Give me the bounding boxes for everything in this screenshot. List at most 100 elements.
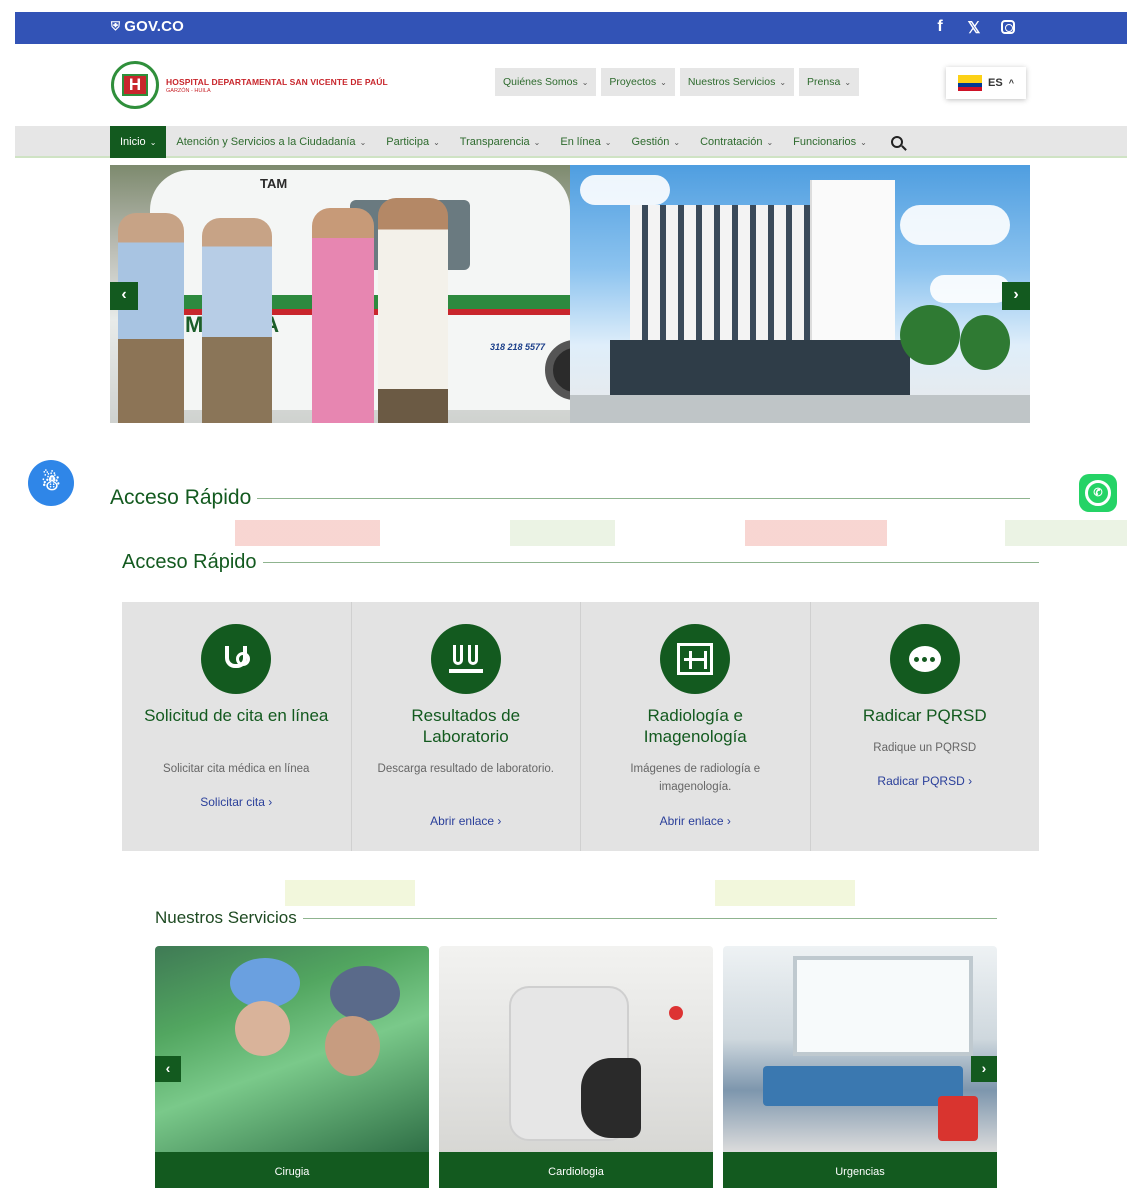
chevron-down-icon: ⌄ (844, 78, 852, 87)
slide-ambulance-photo: TAM MB NCIA 318 218 5577 (110, 165, 605, 423)
slider-next-button[interactable]: › (1002, 282, 1030, 310)
card-title: Resultados de Laboratorio (411, 706, 521, 746)
top-nav-prensa[interactable]: Prensa ⌄ (799, 68, 860, 96)
card-description: Solicitar cita médica en línea (163, 763, 310, 775)
ambulance-phone: 318 218 5577 (490, 342, 546, 352)
ambulance-brand: TAM (260, 176, 288, 191)
accessibility-button[interactable]: ☃ (28, 460, 74, 506)
hospital-location: GARZÓN - HUILA (166, 88, 211, 94)
decorative-band (15, 520, 1127, 546)
card-description: Imágenes de radiología e imagenología. (630, 763, 761, 793)
hero-slider: TAM MB NCIA 318 218 5577 ‹ › (110, 165, 1030, 423)
card-link-radicar-pqrsd[interactable]: Radicar PQRSD › (811, 774, 1040, 788)
card-solicitud-cita: Solicitud de cita en línea Solicitar cit… (122, 602, 352, 851)
chevron-down-icon: ⌄ (604, 138, 612, 147)
facebook-icon[interactable]: f (931, 18, 949, 39)
card-radicar-pqrsd: Radicar PQRSD Radique un PQRSD Radicar P… (810, 602, 1040, 851)
section-title-nuestros-servicios: Nuestros Servicios (155, 908, 997, 928)
gov-co-text: GOV.CO (124, 18, 185, 35)
nav-funcionarios[interactable]: Funcionarios ⌄ (783, 126, 877, 158)
service-card-cardiologia[interactable]: Cardiologia (439, 946, 713, 1188)
card-link-abrir-enlace[interactable]: Abrir enlace › (352, 814, 581, 828)
person-figure (118, 213, 184, 423)
top-nav-proyectos[interactable]: Proyectos ⌄ (601, 68, 675, 96)
chevron-down-icon: ⌄ (660, 78, 667, 87)
language-selector[interactable]: ES ^ (946, 67, 1026, 99)
nav-inicio[interactable]: Inicio ⌄ (110, 126, 167, 158)
decorative-band (155, 880, 997, 906)
person-figure (378, 198, 448, 423)
card-resultados-laboratorio: Resultados de Laboratorio Descarga resul… (351, 602, 581, 851)
hospital-h-icon: H (122, 74, 148, 96)
service-label: Cardiologia (439, 1152, 713, 1188)
gov-shield-icon: ⛨ (111, 19, 121, 33)
section-heading: Acceso Rápido (122, 551, 257, 573)
card-radiologia: Radiología e Imagenología Imágenes de ra… (581, 602, 811, 851)
service-card-cirugia[interactable]: Cirugia (155, 946, 429, 1188)
social-links: f 𝕏 (931, 18, 1017, 39)
quick-access-cards: Solicitud de cita en línea Solicitar cit… (122, 602, 1039, 851)
whatsapp-icon: ✆ (1085, 480, 1111, 506)
accessibility-icon: ☃ (41, 470, 61, 495)
whatsapp-button[interactable]: ✆ (1079, 474, 1117, 512)
nav-atencion-ciudadania[interactable]: Atención y Servicios a la Ciudadanía ⌄ (166, 126, 376, 158)
chevron-up-icon: ^ (1008, 78, 1014, 88)
divider (302, 917, 997, 919)
hospital-logo[interactable]: H (111, 61, 159, 109)
emergency-photo (723, 946, 997, 1152)
card-link-abrir-enlace[interactable]: Abrir enlace › (581, 814, 810, 828)
chevron-down-icon: ⌄ (860, 138, 867, 147)
chevron-down-icon: ⌄ (533, 138, 541, 147)
divider (257, 497, 1030, 499)
service-label: Cirugia (155, 1152, 429, 1188)
gov-bar: ⛨ GOV.CO f 𝕏 (15, 12, 1127, 44)
services-prev-button[interactable]: ‹ (155, 1056, 181, 1082)
top-nav-quienes-somos[interactable]: Quiénes Somos ⌄ (495, 68, 597, 96)
nav-participa[interactable]: Participa ⌄ (376, 126, 450, 158)
top-nav: Quiénes Somos ⌄ Proyectos ⌄ Nuestros Servi… (495, 68, 860, 96)
nav-en-linea[interactable]: En línea ⌄ (550, 126, 621, 158)
colombia-flag-icon (958, 75, 982, 91)
chevron-down-icon: ⌄ (433, 138, 440, 147)
site-header: H HOSPITAL DEPARTAMENTAL SAN VICENTE DE … (15, 44, 1127, 126)
search-icon[interactable] (890, 136, 903, 148)
divider (262, 562, 1039, 563)
chevron-down-icon: ⌄ (149, 138, 157, 147)
chevron-down-icon: ⌄ (673, 138, 681, 147)
card-title: Radiología e Imagenología (643, 706, 747, 746)
top-nav-nuestros-servicios[interactable]: Nuestros Servicios ⌄ (679, 68, 795, 96)
hospital-name-block[interactable]: HOSPITAL DEPARTAMENTAL SAN VICENTE DE PA… (166, 77, 388, 94)
slide-building-render (570, 165, 1030, 423)
test-tubes-icon (430, 624, 501, 694)
xray-icon (660, 624, 731, 694)
language-code: ES (988, 77, 1003, 89)
services-carousel: Cirugia Cardiologia Urgencias ‹ › (155, 946, 997, 1188)
cardiology-photo (439, 946, 713, 1152)
card-description: Radique un PQRSD (873, 742, 977, 754)
chat-icon (889, 624, 960, 694)
section-heading: Acceso Rápido (110, 486, 252, 509)
person-figure (202, 218, 272, 423)
chevron-down-icon: ⌄ (581, 78, 589, 87)
service-card-urgencias[interactable]: Urgencias (723, 946, 997, 1188)
main-nav: Inicio ⌄ Atención y Servicios a la Ciudad… (15, 126, 1127, 158)
person-figure (312, 208, 374, 423)
card-link-solicitar-cita[interactable]: Solicitar cita › (122, 795, 351, 809)
slider-prev-button[interactable]: ‹ (110, 282, 138, 310)
section-title-acceso-rapido-inner: Acceso Rápido (122, 551, 1039, 574)
instagram-icon[interactable] (999, 18, 1017, 39)
chevron-down-icon: ⌄ (766, 138, 774, 147)
chevron-down-icon: ⌄ (359, 138, 367, 147)
nav-gestion[interactable]: Gestión ⌄ (621, 126, 690, 158)
gov-co-logo[interactable]: ⛨ GOV.CO (111, 18, 184, 35)
x-twitter-icon[interactable]: 𝕏 (965, 18, 983, 39)
nav-transparencia[interactable]: Transparencia ⌄ (450, 126, 551, 158)
services-next-button[interactable]: › (971, 1056, 997, 1082)
card-description: Descarga resultado de laboratorio. (377, 763, 554, 775)
surgery-photo (155, 946, 429, 1152)
section-heading: Nuestros Servicios (155, 908, 297, 927)
card-title: Radicar PQRSD (862, 706, 987, 725)
nav-contratacion[interactable]: Contratación ⌄ (690, 126, 783, 158)
section-title-acceso-rapido: Acceso Rápido (110, 486, 1030, 510)
stethoscope-icon (201, 624, 272, 694)
